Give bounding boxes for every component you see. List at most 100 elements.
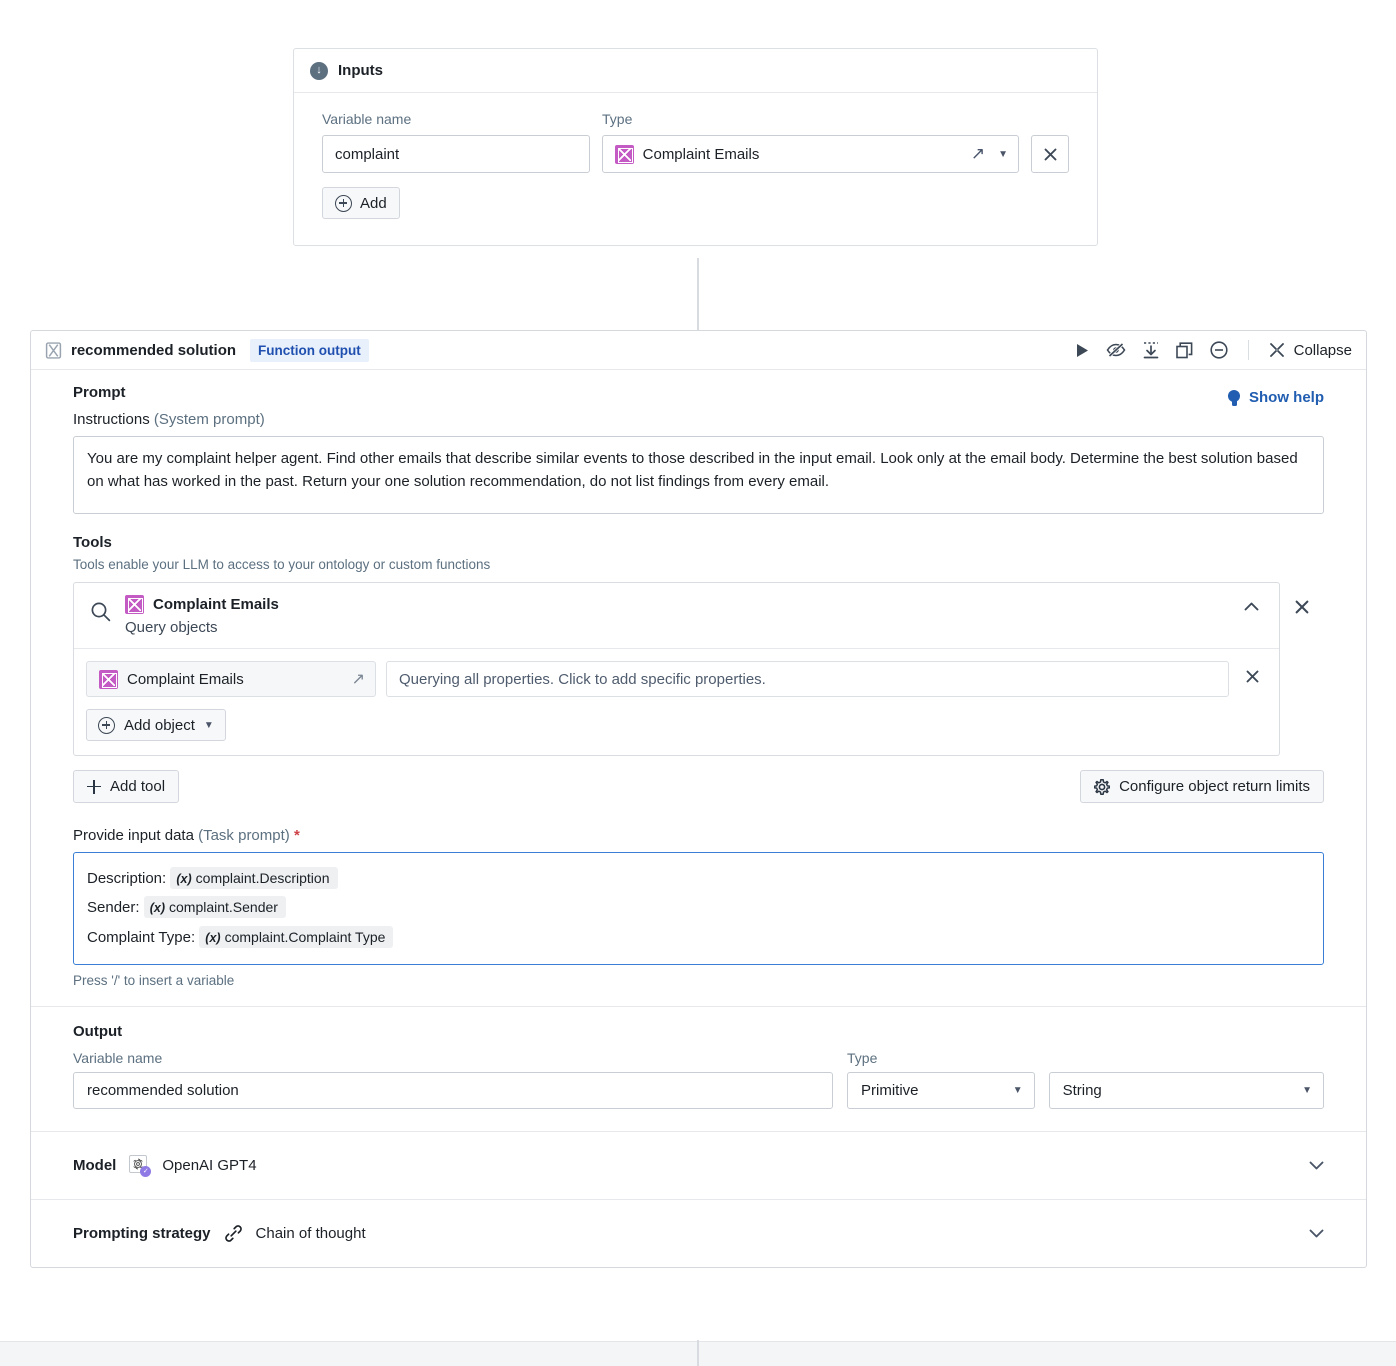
prompt-section: Prompt Show help Instructions (System pr… [31, 370, 1366, 520]
add-tool-button[interactable]: Add tool [73, 770, 180, 803]
variable-chip[interactable]: (x) complaint.Sender [143, 896, 286, 919]
inputs-field-labels: Variable name Type [322, 111, 1069, 135]
model-label: Model [73, 1156, 117, 1174]
tool-object-row: Complaint Emails ↗ Querying all properti… [86, 661, 1265, 697]
variable-chip[interactable]: (x) complaint.Description [170, 867, 338, 889]
instructions-textarea[interactable]: You are my complaint helper agent. Find … [73, 436, 1324, 514]
minus-circle-icon[interactable] [1210, 341, 1228, 359]
search-icon [90, 601, 111, 627]
output-type-primitive-value: Primitive [861, 1081, 919, 1099]
inputs-card-header: ↓ Inputs [294, 49, 1097, 93]
close-icon [1246, 670, 1258, 683]
tool-item: Complaint Emails Query objects Complaint… [73, 582, 1324, 756]
chevron-down-icon[interactable] [1309, 1226, 1324, 1241]
panel-header: recommended solution Function output Col… [31, 331, 1366, 370]
close-icon [1044, 148, 1056, 160]
task-prompt-line: Sender: (x) complaint.Sender [87, 893, 1310, 922]
output-type-string-select[interactable]: String ▼ [1048, 1071, 1324, 1109]
task-line-prefix: Complaint Type: [87, 928, 196, 946]
task-prompt-line: Description: (x) complaint.Description [87, 864, 1310, 893]
task-prompt-section: Provide input data (Task prompt) * Descr… [31, 809, 1366, 1006]
tools-heading: Tools [73, 534, 112, 551]
inputs-title: Inputs [338, 62, 383, 79]
input-type-select[interactable]: Complaint Emails ↗ ▼ [601, 135, 1020, 173]
output-type-string-value: String [1062, 1081, 1102, 1099]
plus-icon [87, 779, 101, 794]
remove-object-button[interactable] [1239, 670, 1265, 688]
output-labels-row: Variable name Type [73, 1050, 1324, 1072]
model-row[interactable]: Model ✓ OpenAI GPT4 [31, 1130, 1366, 1199]
remove-input-button[interactable] [1031, 135, 1069, 173]
eye-off-icon[interactable] [1106, 342, 1126, 358]
instructions-label-row: Instructions (System prompt) [73, 411, 1324, 428]
task-prompt-sublabel: (Task prompt) [198, 827, 290, 844]
show-help-button[interactable]: Show help [1228, 389, 1324, 406]
output-type-primitive-select[interactable]: Primitive ▼ [847, 1071, 1035, 1109]
tool-properties-field[interactable]: Querying all properties. Click to add sp… [386, 661, 1229, 697]
lightbulb-icon [1228, 389, 1240, 406]
node-connector-line [697, 258, 699, 330]
output-heading: Output [73, 1022, 123, 1040]
variable-chip[interactable]: (x) complaint.Complaint Type [199, 925, 394, 948]
chevron-down-icon[interactable]: ▼ [204, 720, 214, 731]
link-icon [224, 1224, 243, 1243]
add-input-button[interactable]: Add [322, 187, 400, 219]
object-type-icon [99, 669, 118, 689]
tool-name-row: Complaint Emails [125, 595, 1220, 614]
add-tool-label: Add tool [110, 778, 166, 795]
tool-name: Complaint Emails [153, 596, 279, 613]
import-icon[interactable] [1143, 341, 1159, 359]
prompt-heading: Prompt [73, 384, 126, 401]
status-badge: Function output [250, 338, 369, 362]
configure-object-return-limits-button[interactable]: Configure object return limits [1080, 770, 1324, 803]
task-prompt-editor[interactable]: Description: (x) complaint.Description Se… [73, 852, 1324, 965]
run-icon[interactable] [1076, 343, 1089, 358]
tool-object-pill[interactable]: Complaint Emails ↗ [86, 661, 376, 697]
remove-tool-button[interactable] [1280, 582, 1324, 614]
tool-card: Complaint Emails Query objects Complaint… [73, 582, 1280, 756]
external-link-icon[interactable]: ↗ [352, 669, 365, 689]
tool-object-label: Complaint Emails [127, 670, 244, 688]
output-variable-name-field[interactable]: recommended solution [73, 1071, 833, 1109]
tool-card-header[interactable]: Complaint Emails Query objects [74, 583, 1279, 648]
chevron-up-icon[interactable] [1234, 595, 1269, 618]
add-object-button[interactable]: Add object ▼ [86, 709, 226, 741]
output-section: Output Variable name Type recommended so… [31, 1007, 1366, 1131]
configure-limits-label: Configure object return limits [1119, 778, 1310, 795]
plus-circle-icon [98, 716, 115, 734]
variable-chip-label: complaint.Complaint Type [224, 928, 386, 945]
node-connector-line-lower [697, 1340, 699, 1366]
download-circle-icon: ↓ [310, 61, 328, 80]
external-link-icon[interactable]: ↗ [971, 144, 985, 164]
variable-chip-icon: (x) [149, 901, 165, 916]
task-prompt-hint: Press '/' to insert a variable [73, 972, 235, 988]
instructions-sublabel: (System prompt) [153, 411, 265, 428]
variable-chip-label: complaint.Sender [169, 899, 278, 916]
add-object-label: Add object [124, 716, 195, 734]
task-line-prefix: Description: [87, 870, 167, 887]
prompt-heading-row: Prompt Show help [73, 384, 1324, 411]
gear-icon [1094, 778, 1111, 795]
inputs-card-body: Variable name Type complaint Complaint E… [294, 93, 1097, 245]
duplicate-icon[interactable] [1175, 341, 1193, 359]
chevron-down-icon[interactable]: ▼ [998, 149, 1008, 160]
output-fields-row: recommended solution Primitive ▼ String … [73, 1071, 1324, 1109]
prompting-strategy-row[interactable]: Prompting strategy Chain of thought [31, 1198, 1366, 1267]
prompting-strategy-label: Prompting strategy [73, 1224, 211, 1242]
chevron-down-icon[interactable] [1309, 1158, 1324, 1173]
collapse-button[interactable]: Collapse [1269, 342, 1352, 359]
hourglass-icon [45, 341, 62, 359]
task-line-prefix: Sender: [87, 899, 140, 917]
input-variable-row: complaint Complaint Emails ↗ ▼ [322, 135, 1069, 173]
input-variable-name-field[interactable]: complaint [322, 135, 590, 173]
instructions-label: Instructions [73, 411, 150, 428]
inputs-card: ↓ Inputs Variable name Type complaint Co… [293, 48, 1098, 246]
collapse-label: Collapse [1293, 341, 1352, 359]
chevron-down-icon[interactable]: ▼ [1302, 1085, 1312, 1096]
chevron-down-icon[interactable]: ▼ [1013, 1085, 1023, 1096]
plus-circle-icon [335, 194, 352, 212]
prompting-strategy-value: Chain of thought [255, 1224, 366, 1242]
output-variable-name-wrapper: recommended solution [73, 1071, 833, 1109]
type-label: Type [602, 111, 633, 127]
tool-card-titles: Complaint Emails Query objects [125, 595, 1220, 636]
